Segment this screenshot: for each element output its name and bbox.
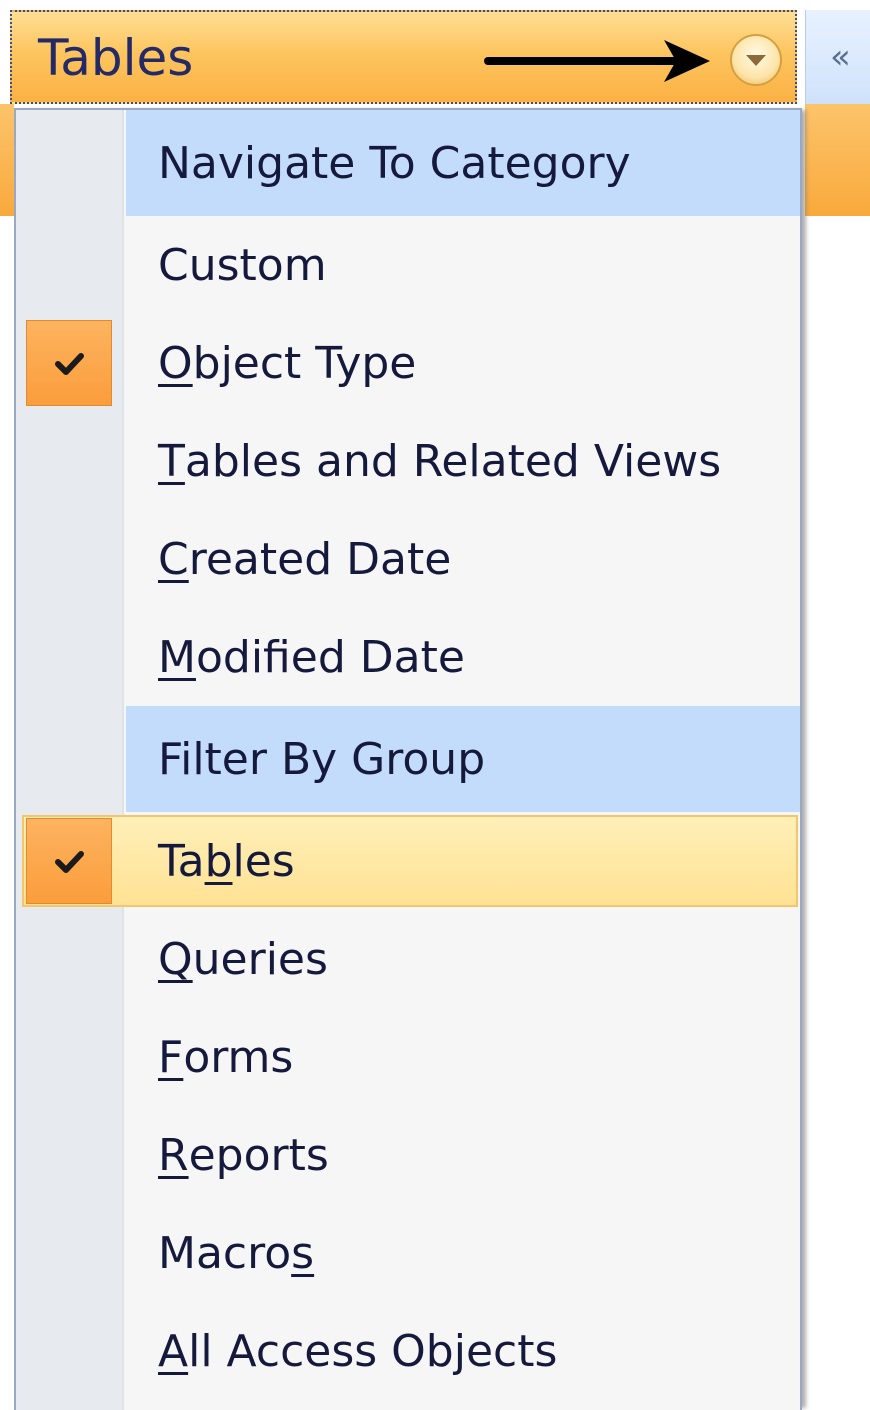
pane-title: Tables <box>38 29 194 87</box>
menu-item-label: Tables and Related Views <box>158 412 721 510</box>
menu-item-object-type[interactable]: Object Type <box>16 314 800 412</box>
menu-item-label: Custom <box>158 216 327 314</box>
menu-item-all-access-objects[interactable]: All Access Objects <box>16 1302 800 1400</box>
access-key: b <box>204 835 233 887</box>
menu-item-forms[interactable]: Forms <box>16 1008 800 1106</box>
label-text: odified Date <box>195 631 465 683</box>
menu-heading-label: Navigate To Category <box>158 137 631 189</box>
menu-item-reports[interactable]: Reports <box>16 1106 800 1204</box>
menu-item-label: Modified Date <box>158 608 465 706</box>
menu-heading-filter-by-group: Filter By Group <box>126 706 800 812</box>
menu-item-macros[interactable]: Macro s <box>16 1204 800 1302</box>
label-text: Custom <box>158 239 327 291</box>
label-text: les <box>232 835 295 887</box>
menu-item-label: Macro s <box>158 1204 314 1302</box>
arrow-right-icon <box>484 40 710 82</box>
label-text: ables and Related Views <box>184 435 722 487</box>
double-chevron-left-icon: « <box>830 37 851 77</box>
access-key: C <box>158 533 189 585</box>
navigation-pane-header[interactable]: Tables <box>10 10 797 104</box>
label-text: orms <box>183 1031 294 1083</box>
menu-item-label: Ta b les <box>158 812 295 910</box>
access-key: T <box>158 435 185 487</box>
access-key: A <box>158 1325 189 1377</box>
menu-item-label: Created Date <box>158 510 451 608</box>
menu-item-created-date[interactable]: Created Date <box>16 510 800 608</box>
access-key: R <box>158 1129 189 1181</box>
menu-item-label: All Access Objects <box>158 1302 557 1400</box>
label-text: ueries <box>192 933 328 985</box>
menu-heading-label: Filter By Group <box>158 733 486 785</box>
label-text: Macro <box>158 1227 292 1279</box>
menu-heading-navigate-to-category: Navigate To Category <box>126 110 800 216</box>
menu-item-label: Object Type <box>158 314 416 412</box>
menu-item-label: Forms <box>158 1008 293 1106</box>
label-text: ll Access Objects <box>188 1325 558 1377</box>
menu-item-label: Queries <box>158 910 328 1008</box>
access-key: M <box>158 631 196 683</box>
menu-item-modified-date[interactable]: Modified Date <box>16 608 800 706</box>
menu-item-tables-and-related-views[interactable]: Tables and Related Views <box>16 412 800 510</box>
label-text: bject Type <box>192 337 417 389</box>
access-key: s <box>291 1227 315 1279</box>
category-dropdown-menu: Navigate To Category Custom Object Type Tab… <box>14 108 802 1410</box>
label-text: reated Date <box>188 533 452 585</box>
check-icon <box>26 320 112 406</box>
menu-item-highlight <box>22 815 798 907</box>
check-icon <box>26 818 112 904</box>
label-text: eports <box>188 1129 329 1181</box>
background-strip-left <box>0 104 14 216</box>
access-key: F <box>158 1031 184 1083</box>
shutter-bar-button[interactable]: « <box>805 10 870 104</box>
menu-item-queries[interactable]: Queries <box>16 910 800 1008</box>
menu-item-custom[interactable]: Custom <box>16 216 800 314</box>
menu-item-label: Reports <box>158 1106 329 1204</box>
menu-item-tables[interactable]: Ta b les <box>16 812 800 910</box>
chevron-down-circle-icon[interactable] <box>730 34 782 86</box>
access-key: Q <box>158 933 193 985</box>
access-key: O <box>158 337 193 389</box>
label-text: Ta <box>158 835 205 887</box>
background-strip <box>805 104 870 216</box>
